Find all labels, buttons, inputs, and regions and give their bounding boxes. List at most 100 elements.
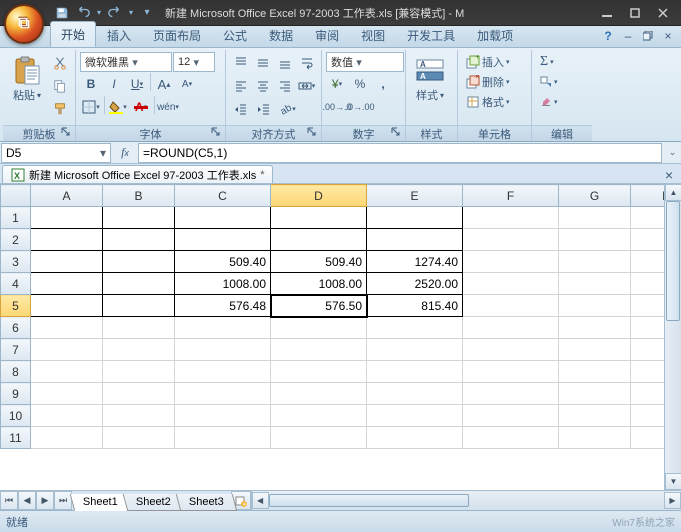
cell-F11[interactable] <box>463 427 559 449</box>
cell-C6[interactable] <box>175 317 271 339</box>
comma-button[interactable]: , <box>372 73 394 95</box>
cell-F5[interactable] <box>463 295 559 317</box>
cell-E7[interactable] <box>367 339 463 361</box>
cell-C2[interactable] <box>175 229 271 251</box>
cell-E10[interactable] <box>367 405 463 427</box>
cell-D9[interactable] <box>271 383 367 405</box>
decrease-indent-button[interactable] <box>230 98 252 120</box>
tab-page-layout[interactable]: 页面布局 <box>142 22 212 47</box>
mdi-minimize-icon[interactable]: – <box>619 28 637 44</box>
select-all-corner[interactable] <box>1 185 31 207</box>
cell-F1[interactable] <box>463 207 559 229</box>
merge-center-button[interactable]: ▾ <box>296 75 317 97</box>
cell-F8[interactable] <box>463 361 559 383</box>
font-size-combo[interactable]: 12▾ <box>173 52 215 72</box>
maximize-button[interactable] <box>621 4 649 22</box>
cell-D5[interactable]: 576.50 <box>271 295 367 317</box>
redo-icon[interactable] <box>105 3 125 23</box>
cell-D11[interactable] <box>271 427 367 449</box>
orientation-button[interactable]: ab▾ <box>276 98 298 120</box>
cell-B4[interactable] <box>103 273 175 295</box>
redo-dropdown-icon[interactable]: ▾ <box>126 3 136 23</box>
cell-G11[interactable] <box>559 427 631 449</box>
cell-C11[interactable] <box>175 427 271 449</box>
number-format-combo[interactable]: 数值▾ <box>326 52 404 72</box>
cell-A1[interactable] <box>31 207 103 229</box>
cell-F2[interactable] <box>463 229 559 251</box>
fx-icon[interactable]: fx <box>116 144 134 162</box>
row-header-8[interactable]: 8 <box>1 361 31 383</box>
scroll-left-icon[interactable]: ◀ <box>252 492 269 509</box>
cell-B10[interactable] <box>103 405 175 427</box>
hscroll-thumb[interactable] <box>269 494 469 507</box>
help-icon[interactable]: ? <box>599 28 617 44</box>
cell-A10[interactable] <box>31 405 103 427</box>
cell-H4[interactable] <box>631 273 665 295</box>
fill-color-button[interactable]: ▾ <box>107 96 129 118</box>
clear-button[interactable]: ▾ <box>536 92 588 112</box>
col-header-C[interactable]: C <box>175 185 271 207</box>
tab-developer[interactable]: 开发工具 <box>396 22 466 47</box>
cell-G5[interactable] <box>559 295 631 317</box>
row-header-11[interactable]: 11 <box>1 427 31 449</box>
undo-dropdown-icon[interactable]: ▾ <box>94 3 104 23</box>
qat-customize-icon[interactable]: ▾ <box>137 3 157 23</box>
cell-H6[interactable] <box>631 317 665 339</box>
align-left-button[interactable] <box>230 75 251 97</box>
cell-B6[interactable] <box>103 317 175 339</box>
shrink-font-button[interactable]: A▾ <box>176 73 198 95</box>
cell-E6[interactable] <box>367 317 463 339</box>
col-header-E[interactable]: E <box>367 185 463 207</box>
save-icon[interactable] <box>52 3 72 23</box>
cell-F3[interactable] <box>463 251 559 273</box>
cell-H9[interactable] <box>631 383 665 405</box>
cell-A5[interactable] <box>31 295 103 317</box>
decrease-decimal-button[interactable]: .0→.00 <box>349 96 371 118</box>
align-top-button[interactable] <box>230 52 251 74</box>
font-family-combo[interactable]: 微软雅黑▾ <box>80 52 172 72</box>
align-bottom-button[interactable] <box>274 52 295 74</box>
cell-B1[interactable] <box>103 207 175 229</box>
launcher-icon[interactable] <box>307 127 319 139</box>
cell-E5[interactable]: 815.40 <box>367 295 463 317</box>
cell-E11[interactable] <box>367 427 463 449</box>
cell-C3[interactable]: 509.40 <box>175 251 271 273</box>
cell-D10[interactable] <box>271 405 367 427</box>
cell-B5[interactable] <box>103 295 175 317</box>
cell-D3[interactable]: 509.40 <box>271 251 367 273</box>
row-header-7[interactable]: 7 <box>1 339 31 361</box>
name-box[interactable]: D5▾ <box>1 143 111 163</box>
cell-C10[interactable] <box>175 405 271 427</box>
cell-G7[interactable] <box>559 339 631 361</box>
sheet-first-icon[interactable]: ⏮ <box>0 491 18 510</box>
undo-icon[interactable] <box>73 3 93 23</box>
cut-button[interactable] <box>49 52 71 74</box>
cell-E1[interactable] <box>367 207 463 229</box>
cell-F4[interactable] <box>463 273 559 295</box>
cell-G3[interactable] <box>559 251 631 273</box>
spreadsheet-grid[interactable]: ABCDEFGH123509.40509.401274.4041008.0010… <box>0 184 664 449</box>
office-button[interactable]: ⧉ <box>4 4 44 44</box>
scroll-right-icon[interactable]: ▶ <box>664 492 681 509</box>
cell-G8[interactable] <box>559 361 631 383</box>
cell-A3[interactable] <box>31 251 103 273</box>
cell-B9[interactable] <box>103 383 175 405</box>
horizontal-scrollbar[interactable]: ◀ ▶ <box>251 491 681 510</box>
minimize-button[interactable] <box>593 4 621 22</box>
cell-B3[interactable] <box>103 251 175 273</box>
vertical-scrollbar[interactable]: ▲ ▼ <box>664 184 681 490</box>
scroll-up-icon[interactable]: ▲ <box>665 184 681 201</box>
vscroll-thumb[interactable] <box>666 201 680 321</box>
launcher-icon[interactable] <box>61 127 73 139</box>
cell-B7[interactable] <box>103 339 175 361</box>
cell-C9[interactable] <box>175 383 271 405</box>
increase-indent-button[interactable] <box>253 98 275 120</box>
cell-A7[interactable] <box>31 339 103 361</box>
cell-A2[interactable] <box>31 229 103 251</box>
cell-F7[interactable] <box>463 339 559 361</box>
tab-insert[interactable]: 插入 <box>96 22 142 47</box>
cell-G1[interactable] <box>559 207 631 229</box>
cell-G6[interactable] <box>559 317 631 339</box>
cell-H7[interactable] <box>631 339 665 361</box>
mdi-restore-icon[interactable] <box>639 28 657 44</box>
